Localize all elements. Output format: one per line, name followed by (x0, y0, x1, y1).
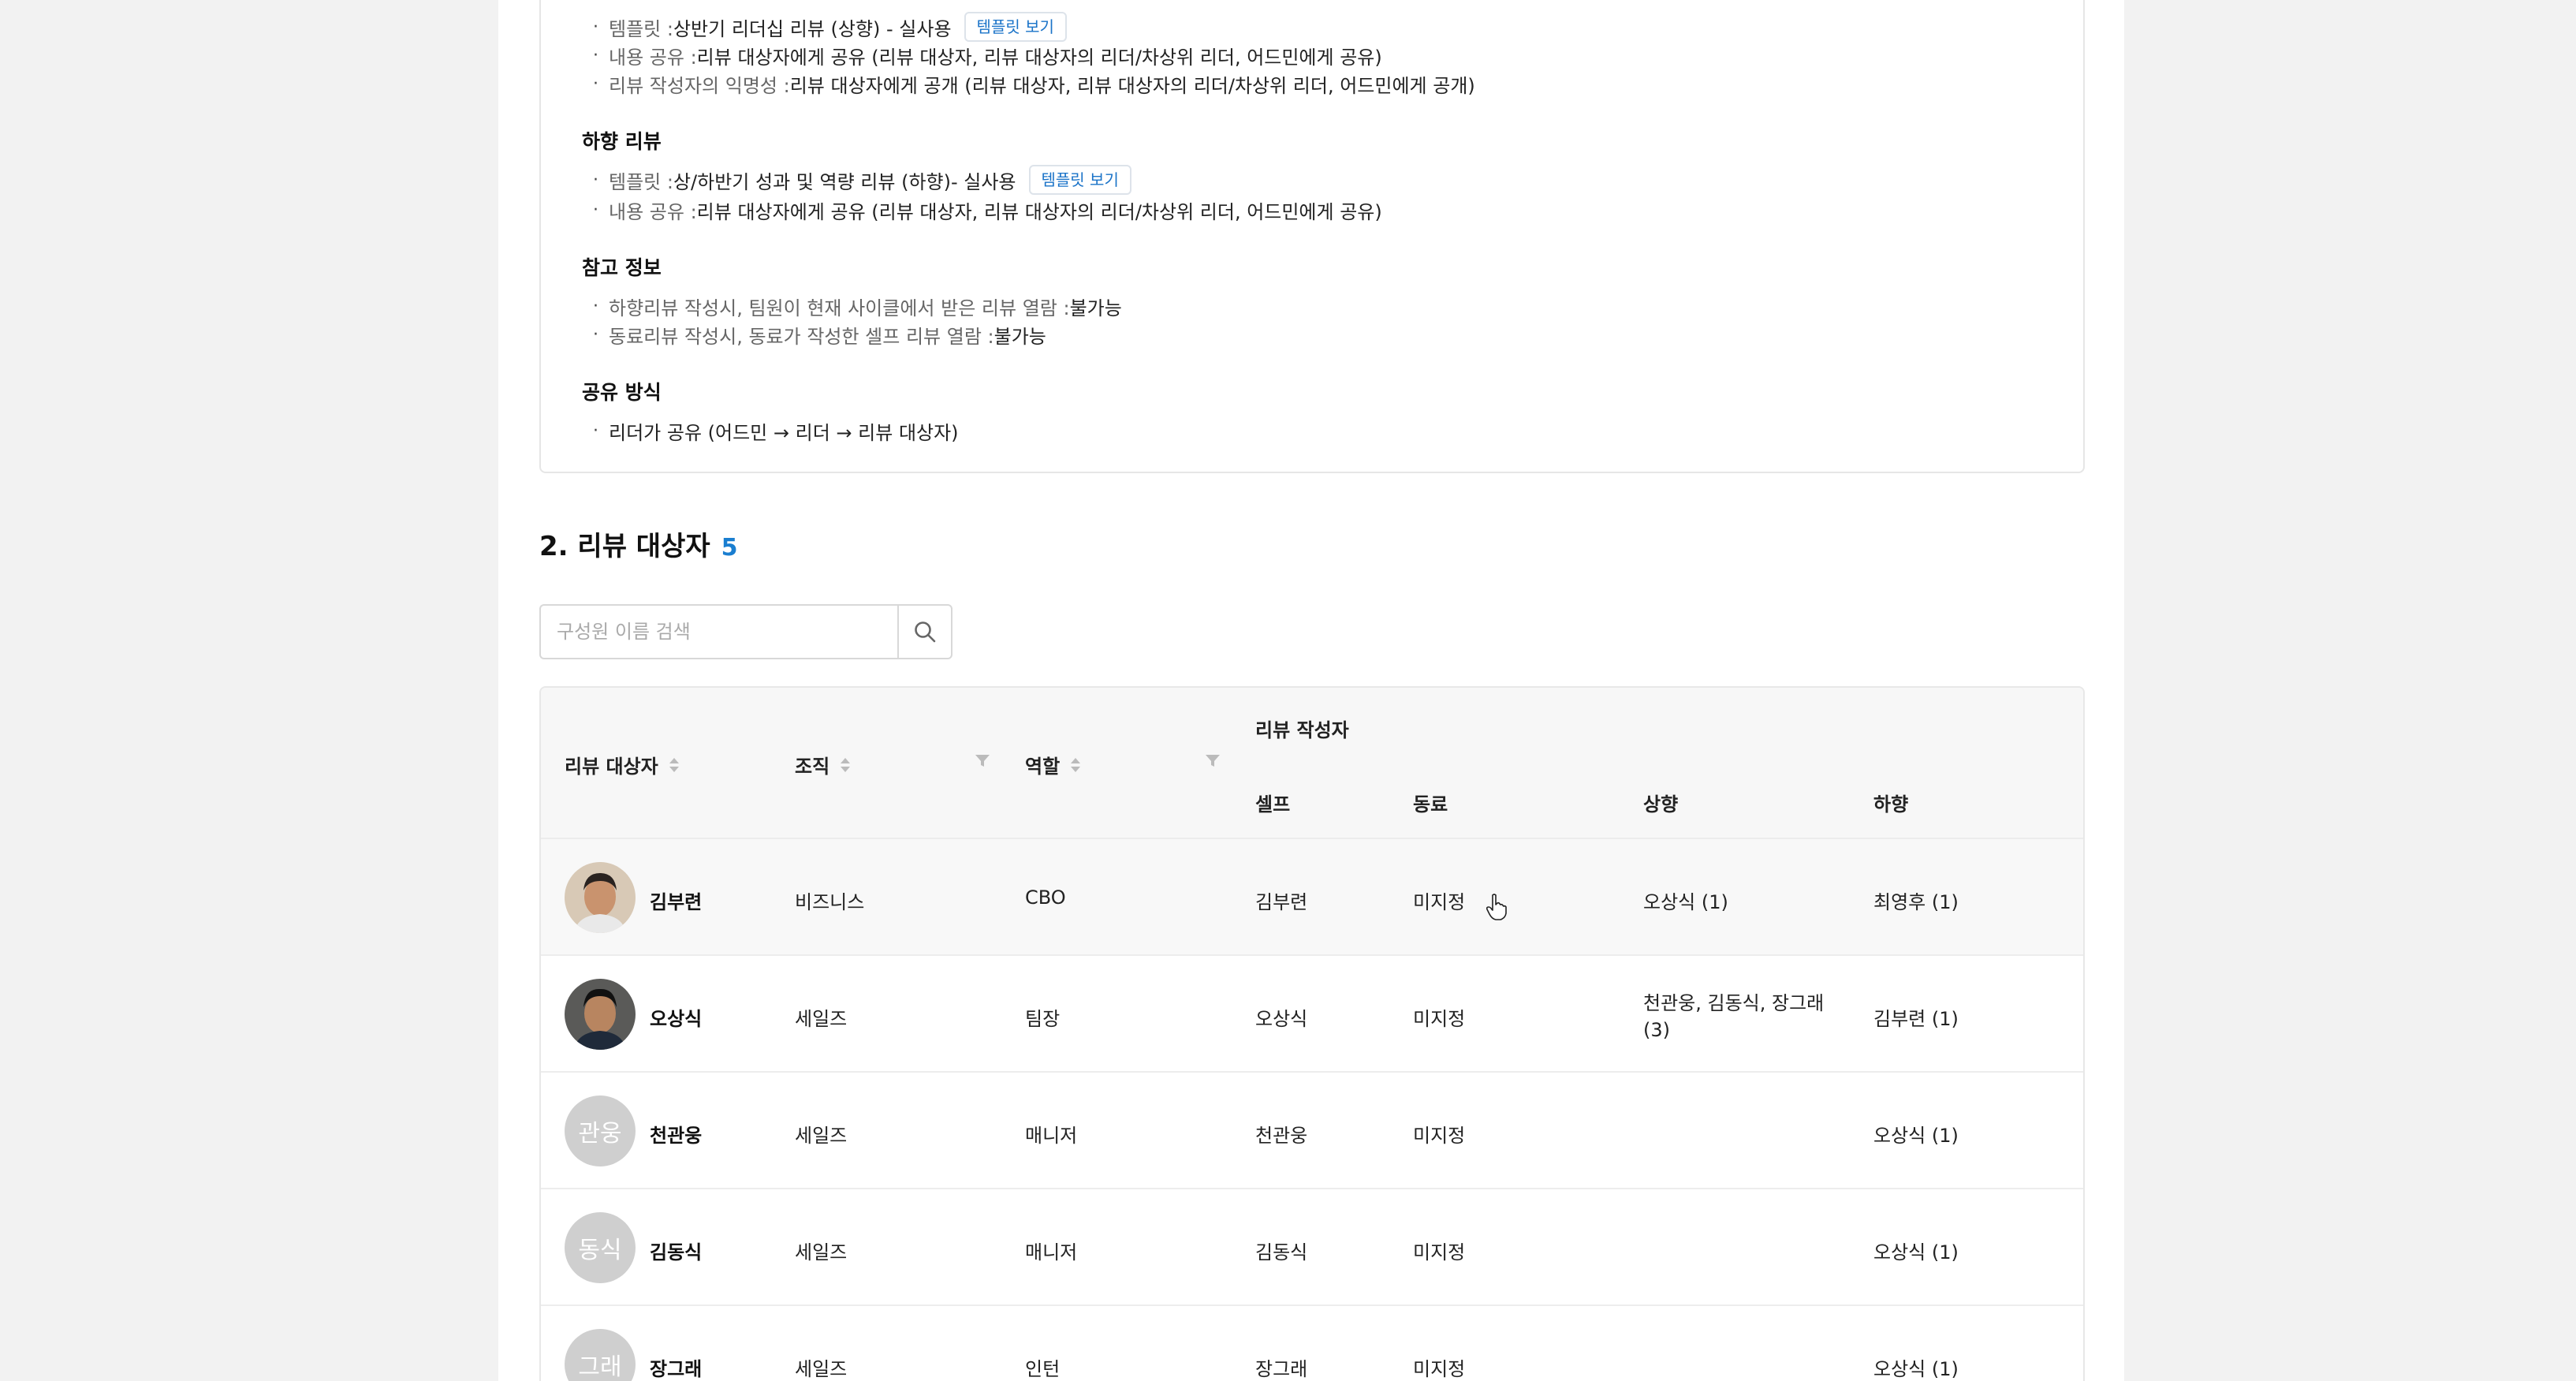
sort-icon[interactable] (839, 756, 852, 774)
column-header-downward: 하향 (1873, 793, 1909, 816)
avatar: 동식 (565, 1212, 636, 1283)
column-header-upward: 상향 (1643, 793, 1679, 816)
downward-share-item: · 내용 공유 : 리뷰 대상자에게 공유 (리뷰 대상자, 리뷰 대상자의 리… (593, 200, 1382, 223)
filter-icon[interactable] (975, 754, 990, 771)
table-header: 리뷰 대상자 조직 역할 리뷰 작성자 셀프 동료 상향 하향 (541, 688, 2083, 839)
hand-cursor-icon (1486, 894, 1508, 924)
reviewee-count: 5 (721, 534, 738, 562)
reference-item: · 하향리뷰 작성시, 팀원이 현재 사이클에서 받은 리뷰 열람 : 불가능 (593, 296, 1122, 319)
search-icon (915, 621, 936, 643)
column-header-self: 셀프 (1255, 793, 1291, 816)
sort-icon[interactable] (1069, 756, 1082, 774)
avatar (565, 862, 636, 933)
column-header-reviewee[interactable]: 리뷰 대상자 (565, 751, 680, 778)
view-template-button[interactable]: 템플릿 보기 (1028, 165, 1131, 195)
reference-info-title: 참고 정보 (582, 256, 662, 279)
downward-template-item: · 템플릿 : 상/하반기 성과 및 역량 리뷰 (하향)- 실사용 템플릿 보… (593, 164, 1131, 196)
section-title-reviewees: 2. 리뷰 대상자 5 (539, 531, 738, 562)
reviewee-table: 리뷰 대상자 조직 역할 리뷰 작성자 셀프 동료 상향 하향 김부련 비즈니스… (539, 686, 2085, 1381)
column-header-role[interactable]: 역할 (1025, 751, 1082, 778)
column-header-org[interactable]: 조직 (795, 751, 852, 778)
upward-anonymity-item: · 리뷰 작성자의 익명성 : 리뷰 대상자에게 공개 (리뷰 대상자, 리뷰 … (593, 73, 1475, 97)
table-row[interactable]: 그래 장그래 세일즈 인턴 장그래 미지정 오상식 (1) (541, 1306, 2083, 1381)
reference-item: · 동료리뷰 작성시, 동료가 작성한 셀프 리뷰 열람 : 불가능 (593, 324, 1046, 348)
view-template-button[interactable]: 템플릿 보기 (964, 12, 1067, 42)
downward-review-title: 하향 리뷰 (582, 130, 662, 153)
table-row[interactable]: 오상식 세일즈 팀장 오상식 미지정 천관웅, 김동식, 장그래 (3) 김부련… (541, 956, 2083, 1073)
column-header-writers: 리뷰 작성자 (1255, 719, 1349, 741)
table-row[interactable]: 관웅 천관웅 세일즈 매니저 천관웅 미지정 오상식 (1) (541, 1073, 2083, 1189)
avatar (565, 979, 636, 1050)
column-header-peer: 동료 (1413, 793, 1448, 816)
upward-template-item: · 템플릿 : 상반기 리더십 리뷰 (상향) - 실사용 템플릿 보기 (593, 11, 1067, 43)
search-button[interactable] (897, 604, 952, 659)
member-search-input[interactable] (539, 604, 897, 659)
avatar: 관웅 (565, 1095, 636, 1166)
filter-icon[interactable] (1205, 754, 1221, 771)
table-row[interactable]: 동식 김동식 세일즈 매니저 김동식 미지정 오상식 (1) (541, 1189, 2083, 1306)
table-row[interactable]: 김부련 비즈니스 CBO 김부련 미지정 오상식 (1) 최영후 (1) (541, 839, 2083, 956)
sharing-item: · 리더가 공유 (어드민 → 리더 → 리뷰 대상자) (593, 420, 959, 444)
sort-icon[interactable] (668, 756, 680, 774)
sharing-method-title: 공유 방식 (582, 381, 662, 404)
upward-share-item: · 내용 공유 : 리뷰 대상자에게 공유 (리뷰 대상자, 리뷰 대상자의 리… (593, 45, 1382, 69)
member-search (539, 604, 952, 659)
avatar: 그래 (565, 1329, 636, 1381)
